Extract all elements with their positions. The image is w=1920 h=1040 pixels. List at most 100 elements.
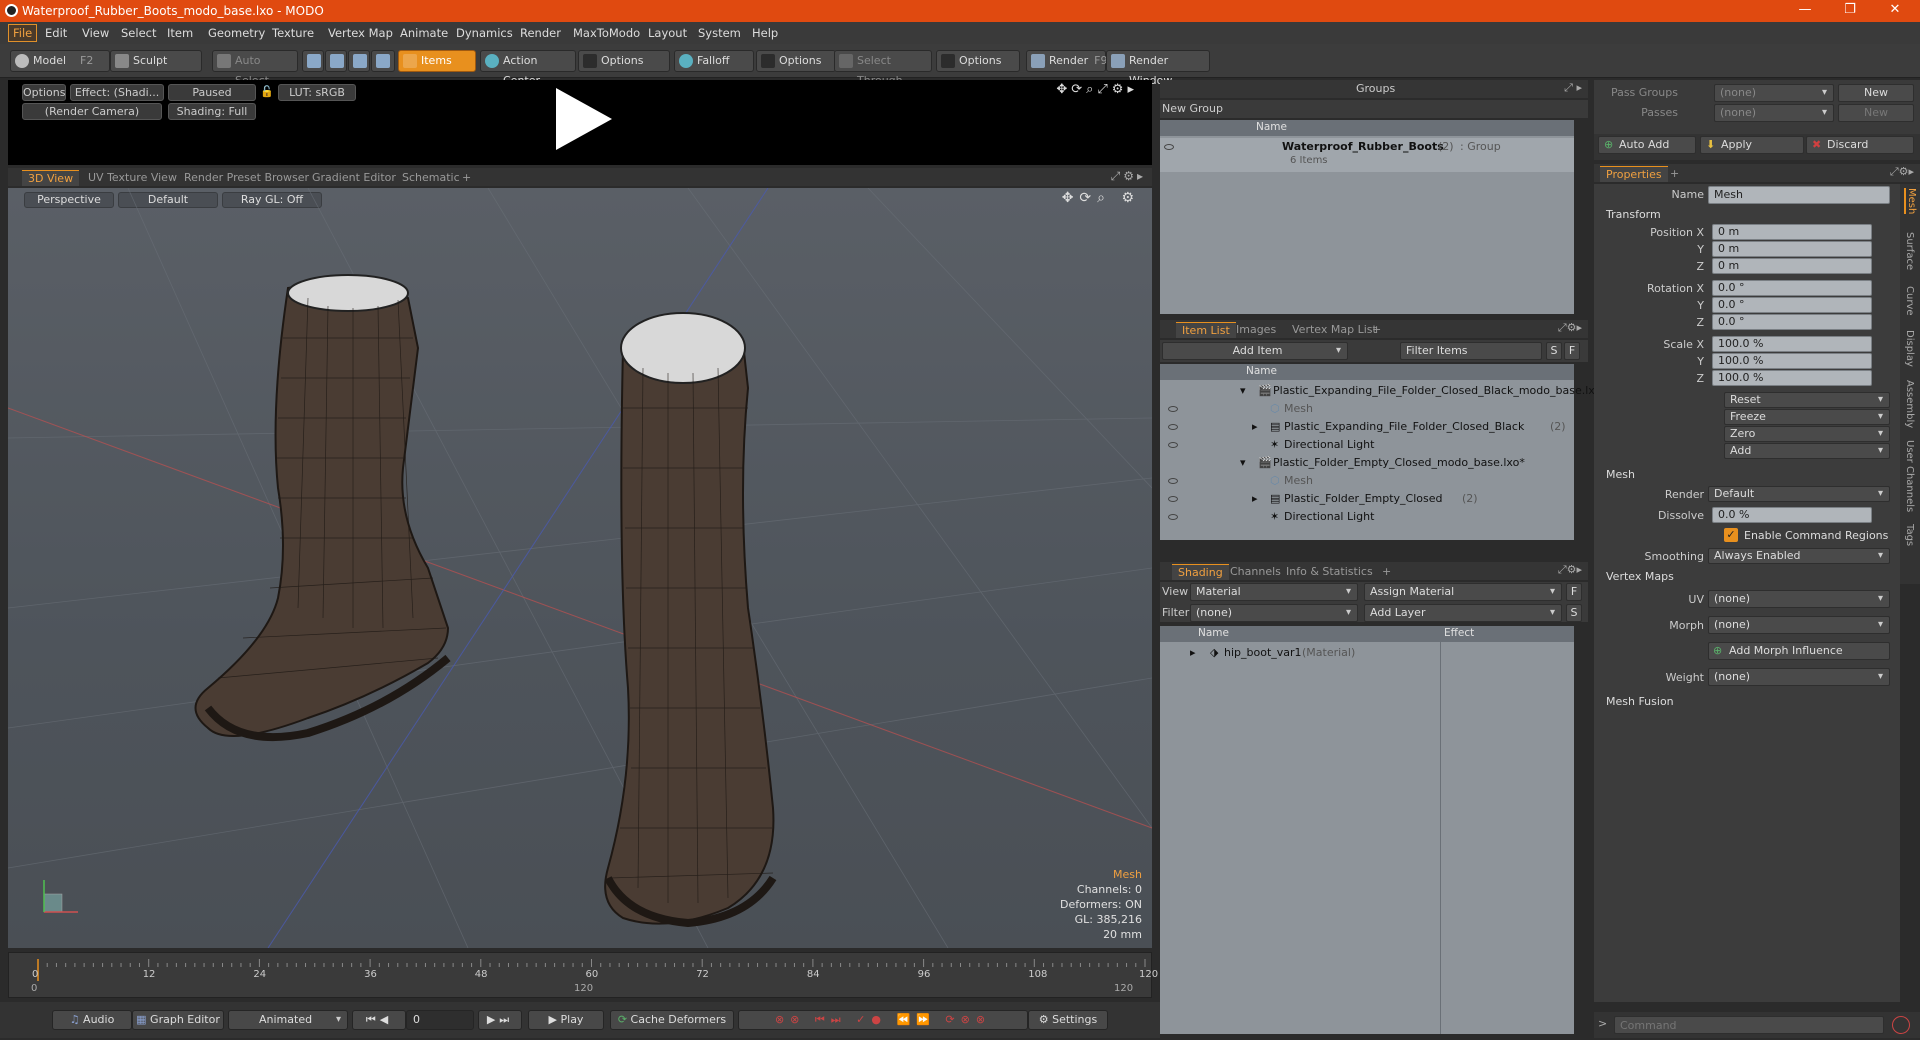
menu-help[interactable]: Help <box>752 26 778 40</box>
play-button[interactable]: ▶ Play <box>528 1010 604 1030</box>
animated-dropdown[interactable]: Animated <box>228 1010 348 1030</box>
expand-icon[interactable]: ▸ <box>1190 644 1196 661</box>
preview-paused-button[interactable]: Paused <box>168 84 256 101</box>
falloff-button[interactable]: Falloff <box>674 50 754 72</box>
add-item-dropdown[interactable]: Add Item <box>1162 342 1348 360</box>
transform-section[interactable]: Transform <box>1606 208 1661 221</box>
action-center-button[interactable]: Action Center <box>480 50 576 87</box>
eye-icon[interactable] <box>1168 442 1178 448</box>
rotation-x-input[interactable]: 0.0 ° <box>1712 280 1872 296</box>
items-mode-button[interactable]: Items <box>398 50 476 72</box>
pass-groups-dropdown[interactable]: (none) <box>1714 84 1834 102</box>
preview-camera-dropdown[interactable]: (Render Camera) <box>22 103 162 120</box>
side-tab-user-channels[interactable]: User Channels <box>1904 440 1915 512</box>
menu-render[interactable]: Render <box>520 26 561 40</box>
add-tab-button[interactable]: + <box>1366 322 1387 338</box>
group-row[interactable]: Waterproof_Rubber_Boots (2) : Group 6 It… <box>1160 138 1574 172</box>
polygons-mode-button[interactable] <box>348 50 370 72</box>
command-input[interactable] <box>1614 1016 1884 1034</box>
scale-z-input[interactable]: 100.0 % <box>1712 370 1872 386</box>
side-tab-tags[interactable]: Tags <box>1904 524 1915 546</box>
eye-icon[interactable] <box>1168 496 1178 502</box>
new-group-button[interactable]: New Group <box>1162 102 1223 115</box>
action-center-options-button[interactable]: Options <box>578 50 670 72</box>
properties-panel-controls[interactable]: ⤢⚙▸ <box>1890 165 1914 179</box>
auto-select-button[interactable]: Auto Select <box>212 50 298 87</box>
sculpt-mode-button[interactable]: Sculpt <box>110 50 202 72</box>
new-pass-button[interactable]: New <box>1838 104 1914 122</box>
enable-command-regions-checkbox[interactable]: ✓ <box>1724 528 1738 542</box>
lock-icon[interactable]: 🔓 <box>260 84 274 101</box>
list-item[interactable]: ✶ Directional Light <box>1160 508 1574 526</box>
list-item[interactable]: ▸ ▤ Plastic_Expanding_File_Folder_Closed_B… <box>1160 418 1574 436</box>
itemlist-panel-controls[interactable]: ⤢⚙▸ <box>1558 321 1582 335</box>
preview-lut-dropdown[interactable]: LUT: sRGB <box>278 84 356 101</box>
menu-maxtomodo[interactable]: MaxToModo <box>573 26 640 40</box>
add-tab-button[interactable]: + <box>456 170 477 186</box>
passes-dropdown[interactable]: (none) <box>1714 104 1834 122</box>
maximize-icon[interactable]: ❐ <box>1835 2 1865 20</box>
list-item[interactable]: ✶ Directional Light <box>1160 436 1574 454</box>
prev-key-buttons[interactable]: ⏮◀ <box>352 1010 406 1030</box>
model-mode-button[interactable]: Model F2 <box>10 50 110 72</box>
side-tab-surface[interactable]: Surface <box>1904 232 1915 270</box>
list-item[interactable]: ▾ 🎬 Plastic_Expanding_File_Folder_Closed_B… <box>1160 382 1601 400</box>
groups-panel-controls[interactable]: ⤢ ▸ <box>1564 81 1582 95</box>
menu-texture[interactable]: Texture <box>272 26 314 40</box>
close-icon[interactable]: ✕ <box>1880 2 1910 20</box>
command-stop-icon[interactable] <box>1892 1016 1910 1034</box>
key-tools-strip[interactable]: ⊗⊗ ⏮⏭ ✓● ⏪⏩ ⟳⊗⊗ <box>738 1010 1028 1030</box>
list-item[interactable]: ⬡ Mesh <box>1160 472 1574 490</box>
expand-icon[interactable]: ▾ <box>1240 382 1246 399</box>
freeze-dropdown[interactable]: Freeze <box>1724 409 1890 425</box>
materials-mode-button[interactable] <box>371 50 395 72</box>
menu-vertex-map[interactable]: Vertex Map <box>328 26 393 40</box>
new-pass-group-button[interactable]: New <box>1838 84 1914 102</box>
position-x-input[interactable]: 0 m <box>1712 224 1872 240</box>
side-tab-mesh[interactable]: Mesh <box>1904 188 1917 215</box>
scale-x-input[interactable]: 100.0 % <box>1712 336 1872 352</box>
vertex-maps-section[interactable]: Vertex Maps <box>1606 570 1674 583</box>
edges-mode-button[interactable] <box>325 50 347 72</box>
shading-f-button[interactable]: F <box>1566 583 1582 601</box>
morph-dropdown[interactable]: (none) <box>1708 616 1890 634</box>
command-expand-icon[interactable]: > <box>1598 1017 1607 1030</box>
menu-animate[interactable]: Animate <box>400 26 448 40</box>
dissolve-input[interactable]: 0.0 % <box>1712 507 1872 523</box>
tab-properties[interactable]: Properties <box>1600 166 1668 182</box>
menu-geometry[interactable]: Geometry <box>208 26 265 40</box>
tab-images[interactable]: Images <box>1230 322 1282 338</box>
assign-material-dropdown[interactable]: Assign Material <box>1364 583 1562 601</box>
preview-shading-dropdown[interactable]: Shading: Full <box>168 103 256 120</box>
reset-dropdown[interactable]: Reset <box>1724 392 1890 408</box>
expand-icon[interactable]: ▸ <box>1252 490 1258 507</box>
tab-info-statistics[interactable]: Info & Statistics <box>1280 564 1379 580</box>
menu-item[interactable]: Item <box>167 26 193 40</box>
menu-select[interactable]: Select <box>121 26 156 40</box>
select-through-button[interactable]: Select Through <box>834 50 932 87</box>
eye-icon[interactable] <box>1168 514 1178 520</box>
rotation-z-input[interactable]: 0.0 ° <box>1712 314 1872 330</box>
add-morph-influence-button[interactable]: ⊕ Add Morph Influence <box>1708 642 1890 660</box>
play-preview-icon[interactable] <box>548 84 618 154</box>
menu-view[interactable]: View <box>82 26 109 40</box>
render-window-button[interactable]: Render Window <box>1106 50 1210 87</box>
shading-view-dropdown[interactable]: Material <box>1190 583 1358 601</box>
preview-effect-dropdown[interactable]: Effect: (Shadi... <box>70 84 164 101</box>
expand-icon[interactable]: ▾ <box>1240 454 1246 471</box>
scale-y-input[interactable]: 100.0 % <box>1712 353 1872 369</box>
eye-icon[interactable] <box>1168 424 1178 430</box>
eye-icon[interactable] <box>1168 478 1178 484</box>
list-item[interactable]: ▾ 🎬 Plastic_Folder_Empty_Closed_modo_base.… <box>1160 454 1574 472</box>
uv-dropdown[interactable]: (none) <box>1708 590 1890 608</box>
tab-uv-texture-view[interactable]: UV Texture View <box>82 170 183 186</box>
mesh-section[interactable]: Mesh <box>1606 468 1635 481</box>
list-item[interactable]: ⬡ Mesh <box>1160 400 1574 418</box>
viewport-3d[interactable]: Perspective Default Ray GL: Off ✥⟳⌕ ⚙ Me… <box>8 188 1152 948</box>
add-tab-button[interactable]: + <box>1664 166 1685 182</box>
render-button[interactable]: Render F9 <box>1026 50 1108 72</box>
tab-3d-view[interactable]: 3D View <box>22 170 80 186</box>
menu-layout[interactable]: Layout <box>648 26 687 40</box>
position-y-input[interactable]: 0 m <box>1712 241 1872 257</box>
smoothing-dropdown[interactable]: Always Enabled <box>1708 548 1890 564</box>
